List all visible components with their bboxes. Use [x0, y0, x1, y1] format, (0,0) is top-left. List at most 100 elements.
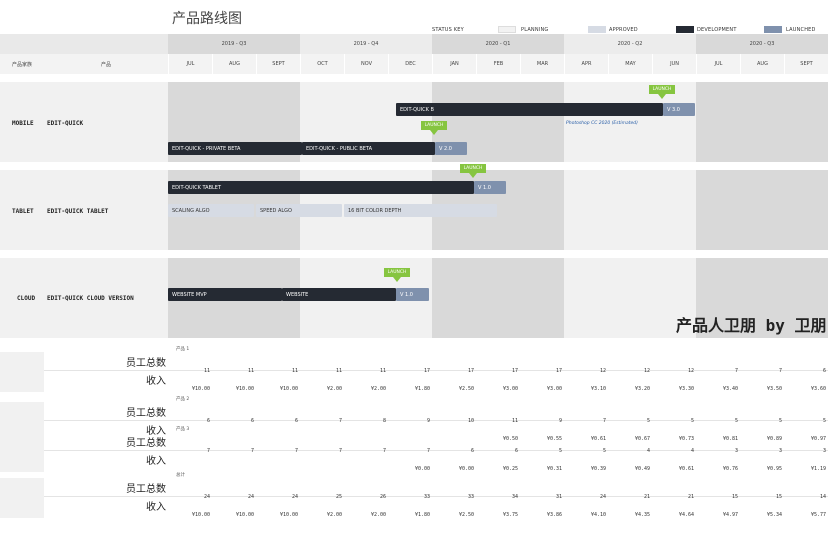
staff-cell: 31	[555, 494, 562, 500]
staff-cell: 11	[291, 368, 298, 374]
income-cell: ¥4.10	[590, 512, 606, 518]
product-edit-quick-tablet: EDIT-QUICK TABLET	[47, 207, 109, 215]
staff-cell: 12	[687, 368, 694, 374]
staff-cell: 33	[467, 494, 474, 500]
income-cell: ¥10.00	[279, 512, 298, 518]
table-side-band	[0, 352, 44, 392]
bar-mobile-v3[interactable]: V 3.0	[663, 103, 695, 116]
development-label: DEVELOPMENT	[697, 27, 737, 33]
bar-website-mvp[interactable]: WEBSITE MVP	[168, 288, 282, 301]
month-header: MAY	[608, 54, 652, 74]
month-header: NOV	[344, 54, 388, 74]
staff-cell: 3	[778, 448, 782, 454]
bar-private-beta[interactable]: EDIT-QUICK - PRIVATE BETA	[168, 142, 302, 155]
staff-cell: 26	[379, 494, 386, 500]
income-cell: ¥0.76	[722, 466, 738, 472]
launched-label: LAUNCHED	[786, 27, 816, 33]
launched-swatch	[764, 26, 782, 33]
development-swatch	[676, 26, 694, 33]
staff-cell: 6	[822, 368, 826, 374]
month-header: JUL	[168, 54, 212, 74]
staff-cell: 8	[382, 418, 386, 424]
bar-tablet-v1[interactable]: V 1.0	[474, 181, 506, 194]
bar-edit-quick-tablet[interactable]: EDIT-QUICK TABLET	[168, 181, 474, 194]
staff-cell: 24	[599, 494, 606, 500]
month-header: AUG	[740, 54, 784, 74]
income-cell: ¥0.55	[546, 436, 562, 442]
income-cell: ¥0.00	[458, 466, 474, 472]
income-cell: ¥3.60	[810, 386, 826, 392]
staff-cell: 11	[379, 368, 386, 374]
mobile-note: Photoshop CC 2020 (Estimated)	[566, 121, 638, 126]
staff-cell: 24	[203, 494, 210, 500]
income-cell: ¥0.25	[502, 466, 518, 472]
income-cell: ¥10.00	[279, 386, 298, 392]
bar-speed-algo[interactable]: SPEED ALGO	[256, 204, 342, 217]
staff-cell: 7	[338, 418, 342, 424]
staff-cell: 5	[822, 418, 826, 424]
section-label: 产品 3	[176, 427, 190, 432]
bar-mobile-v2[interactable]: V 2.0	[435, 142, 467, 155]
income-cell: ¥5.77	[810, 512, 826, 518]
income-cell: ¥0.67	[634, 436, 650, 442]
income-cell: ¥2.00	[370, 386, 386, 392]
staff-cell: 11	[203, 368, 210, 374]
income-cell: ¥3.30	[678, 386, 694, 392]
income-cell: ¥0.49	[634, 466, 650, 472]
income-cell: ¥4.35	[634, 512, 650, 518]
staff-cell: 11	[247, 368, 254, 374]
launch-flag-pointer	[469, 173, 477, 178]
staff-cell: 4	[690, 448, 694, 454]
income-cell: ¥0.97	[810, 436, 826, 442]
income-cell: ¥3.00	[502, 386, 518, 392]
income-cell: ¥10.00	[235, 512, 254, 518]
staff-cell: 5	[602, 448, 606, 454]
staff-cell: 4	[646, 448, 650, 454]
staff-row-label: 员工总数	[126, 438, 166, 449]
staff-cell: 12	[599, 368, 606, 374]
staff-cell: 3	[734, 448, 738, 454]
section-label: 总计	[176, 473, 185, 478]
product-column-header: 产品	[100, 61, 111, 68]
income-cell: ¥0.95	[766, 466, 782, 472]
staff-cell: 15	[731, 494, 738, 500]
staff-cell: 10	[467, 418, 474, 424]
income-cell: ¥0.61	[678, 466, 694, 472]
planning-label: PLANNING	[521, 27, 549, 33]
income-cell: ¥3.10	[590, 386, 606, 392]
staff-cell: 17	[423, 368, 430, 374]
income-cell: ¥1.80	[414, 386, 430, 392]
bar-public-beta[interactable]: EDIT-QUICK - PUBLIC BETA	[302, 142, 435, 155]
income-cell: ¥0.73	[678, 436, 694, 442]
status-key-label: STATUS KEY	[432, 27, 464, 33]
income-cell: ¥5.34	[766, 512, 782, 518]
income-cell: ¥2.50	[458, 512, 474, 518]
income-row-label: 收入	[146, 502, 166, 513]
launch-flag-pointer	[430, 130, 438, 135]
table-side-band	[0, 478, 44, 518]
staff-cell: 14	[819, 494, 826, 500]
bar-edit-quick-b[interactable]: EDIT-QUICK B	[396, 103, 663, 116]
staff-cell: 12	[643, 368, 650, 374]
watermark: 产品人卫朋 by 卫朋	[676, 316, 827, 335]
month-header: OCT	[300, 54, 344, 74]
shade	[432, 258, 564, 338]
month-header: APR	[564, 54, 608, 74]
staff-cell: 9	[426, 418, 430, 424]
quarter-2020-q1: 2020 - Q1	[432, 34, 564, 54]
bar-website[interactable]: WEBSITE	[282, 288, 396, 301]
staff-cell: 9	[558, 418, 562, 424]
income-cell: ¥4.64	[678, 512, 694, 518]
bar-scaling-algo[interactable]: SCALING ALGO	[168, 204, 254, 217]
staff-cell: 5	[558, 448, 562, 454]
staff-row-label: 员工总数	[126, 358, 166, 369]
staff-cell: 6	[294, 418, 298, 424]
income-cell: ¥10.00	[235, 386, 254, 392]
income-cell: ¥1.80	[414, 512, 430, 518]
staff-cell: 21	[687, 494, 694, 500]
family-cloud: CLOUD	[17, 294, 36, 302]
bar-cloud-v1[interactable]: V 1.0	[396, 288, 429, 301]
bar-16bit-color[interactable]: 16 BIT COLOR DEPTH	[344, 204, 497, 217]
staff-cell: 5	[646, 418, 650, 424]
month-header: MAR	[520, 54, 564, 74]
